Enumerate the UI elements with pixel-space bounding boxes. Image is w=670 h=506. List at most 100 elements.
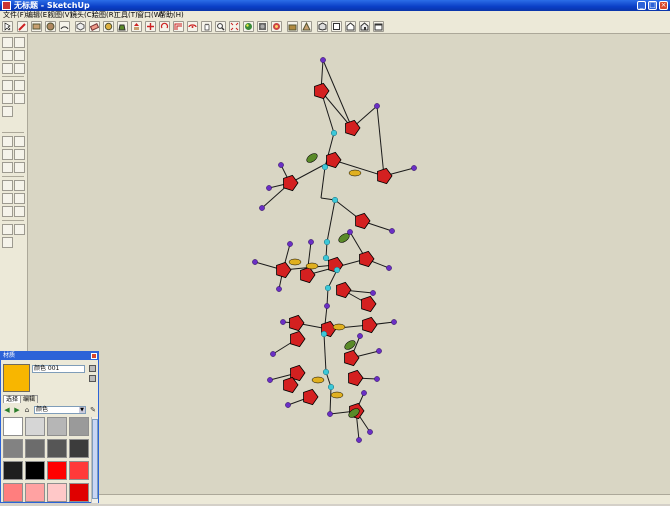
- offset-tool-icon[interactable]: [14, 162, 25, 173]
- display-secondary-icon[interactable]: [89, 375, 96, 382]
- layers-icon[interactable]: [287, 21, 298, 32]
- material-swatch[interactable]: [25, 417, 45, 436]
- zoom-icon[interactable]: [215, 21, 226, 32]
- walk-tool-icon[interactable]: [14, 224, 25, 235]
- move-tool-icon[interactable]: [2, 136, 13, 147]
- push-pull-icon[interactable]: [131, 21, 142, 32]
- back-view-icon[interactable]: [373, 21, 384, 32]
- tape-measure-tool-icon[interactable]: [2, 180, 13, 191]
- paint-bucket-icon[interactable]: [117, 21, 128, 32]
- eraser-icon[interactable]: [89, 21, 100, 32]
- arc-tool-icon[interactable]: [14, 50, 25, 61]
- maximize-button[interactable]: □: [648, 1, 657, 10]
- material-swatch[interactable]: [69, 461, 89, 480]
- forward-arrow-icon[interactable]: ▶: [13, 406, 21, 414]
- offset-icon[interactable]: [173, 21, 184, 32]
- eyedropper-icon[interactable]: ✎: [89, 406, 97, 414]
- eraser-tool-icon[interactable]: [14, 93, 25, 104]
- drawing-canvas[interactable]: [28, 34, 670, 503]
- rotate-icon[interactable]: [159, 21, 170, 32]
- model-viewport[interactable]: [28, 34, 670, 503]
- menu-help[interactable]: 帮助(H): [159, 11, 184, 20]
- followme-tool-icon[interactable]: [14, 149, 25, 160]
- endpoint-atom: [347, 229, 353, 235]
- shadows-icon[interactable]: [301, 21, 312, 32]
- pencil-icon[interactable]: [17, 21, 28, 32]
- zoom-extents-icon[interactable]: [229, 21, 240, 32]
- swatch-scrollbar[interactable]: [91, 417, 98, 503]
- menu-edit[interactable]: 编辑(E): [26, 11, 50, 20]
- tape-measure-icon[interactable]: [103, 21, 114, 32]
- protractor-tool-icon[interactable]: [2, 193, 13, 204]
- library-nav-row: ◀ ▶ ⌂ 颜色 ▼ ✎: [3, 405, 97, 415]
- rotate-tool-icon[interactable]: [2, 149, 13, 160]
- menu-view[interactable]: 视图(V): [48, 11, 72, 20]
- material-swatch[interactable]: [3, 439, 23, 458]
- material-swatch[interactable]: [69, 417, 89, 436]
- components-icon[interactable]: [257, 21, 268, 32]
- material-swatch[interactable]: [47, 439, 67, 458]
- dimension-tool-icon[interactable]: [14, 180, 25, 191]
- back-arrow-icon[interactable]: ◀: [3, 406, 11, 414]
- tape-tool-icon[interactable]: [2, 106, 13, 117]
- text-tool-icon[interactable]: [14, 193, 25, 204]
- bond-line: [326, 199, 336, 243]
- material-swatch[interactable]: [69, 439, 89, 458]
- move-icon[interactable]: [145, 21, 156, 32]
- material-swatch[interactable]: [69, 483, 89, 502]
- current-material-swatch[interactable]: [3, 364, 30, 392]
- pushpull-tool-icon[interactable]: [14, 136, 25, 147]
- material-swatch[interactable]: [25, 461, 45, 480]
- section-plane-tool-icon[interactable]: [2, 224, 13, 235]
- arc-icon[interactable]: [59, 21, 70, 32]
- material-name-field[interactable]: 颜色 001: [32, 365, 85, 373]
- material-swatch[interactable]: [47, 483, 67, 502]
- scrollbar-thumb[interactable]: [92, 419, 98, 499]
- top-view-icon[interactable]: [331, 21, 342, 32]
- orbit-icon[interactable]: [187, 21, 198, 32]
- material-swatch[interactable]: [25, 483, 45, 502]
- home-icon[interactable]: ⌂: [23, 406, 31, 414]
- scale-tool-icon[interactable]: [2, 162, 13, 173]
- material-swatch[interactable]: [25, 439, 45, 458]
- rectangle-icon[interactable]: [31, 21, 42, 32]
- circle-tool-icon[interactable]: [2, 50, 13, 61]
- styles-icon[interactable]: [271, 21, 282, 32]
- create-material-icon[interactable]: [89, 365, 96, 372]
- freehand-tool-icon[interactable]: [14, 63, 25, 74]
- tab-edit[interactable]: 编辑: [20, 395, 39, 403]
- menu-file[interactable]: 文件(F): [3, 11, 27, 20]
- make-component-icon[interactable]: [75, 21, 86, 32]
- select-icon[interactable]: [2, 21, 13, 32]
- material-swatch[interactable]: [3, 483, 23, 502]
- library-select[interactable]: 颜色 ▼: [34, 406, 86, 414]
- yellow-group: [305, 262, 319, 270]
- panel-close-button[interactable]: [91, 353, 97, 359]
- menu-tools[interactable]: 工具(T): [114, 11, 138, 20]
- sketchup-app-icon[interactable]: [2, 1, 11, 10]
- axes-tool-icon[interactable]: [2, 206, 13, 217]
- rectangle-tool-icon[interactable]: [2, 37, 13, 48]
- right-view-icon[interactable]: [359, 21, 370, 32]
- material-swatch[interactable]: [3, 461, 23, 480]
- menu-draw[interactable]: 绘图(R): [92, 11, 116, 20]
- tab-select[interactable]: 选择: [3, 395, 22, 403]
- polygon-tool-icon[interactable]: [2, 63, 13, 74]
- component-tool-icon[interactable]: [14, 80, 25, 91]
- menu-camera[interactable]: 镜头(C): [70, 11, 94, 20]
- pan-icon[interactable]: [201, 21, 212, 32]
- material-swatch[interactable]: [47, 417, 67, 436]
- 3d-text-tool-icon[interactable]: [14, 206, 25, 217]
- look-around-tool-icon[interactable]: [2, 237, 13, 248]
- line-tool-icon[interactable]: [14, 37, 25, 48]
- close-button[interactable]: ×: [659, 1, 668, 10]
- iso-view-icon[interactable]: [317, 21, 328, 32]
- front-view-icon[interactable]: [345, 21, 356, 32]
- materials-icon[interactable]: [243, 21, 254, 32]
- paint-tool-icon[interactable]: [2, 93, 13, 104]
- material-swatch[interactable]: [3, 417, 23, 436]
- material-swatch[interactable]: [47, 461, 67, 480]
- minimize-button[interactable]: _: [637, 1, 646, 10]
- select-tool-icon[interactable]: [2, 80, 13, 91]
- circle-icon[interactable]: [45, 21, 56, 32]
